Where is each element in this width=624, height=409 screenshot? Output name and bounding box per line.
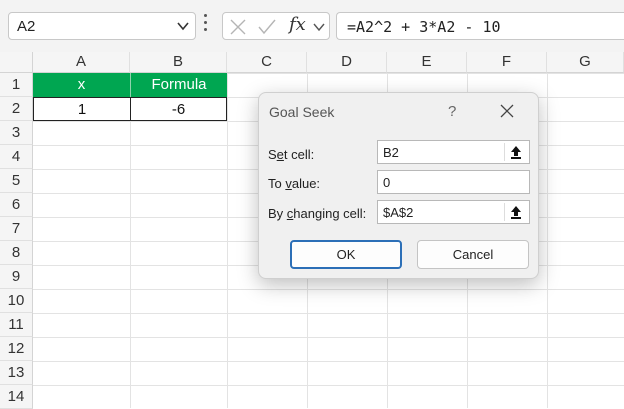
to-value-label: To value: bbox=[268, 176, 321, 191]
row-header-8[interactable]: 8 bbox=[0, 241, 33, 265]
set-cell-input[interactable]: B2 bbox=[377, 140, 530, 164]
to-value-value: 0 bbox=[383, 175, 391, 190]
formula-actions: fx bbox=[222, 12, 330, 40]
row-header-14[interactable]: 14 bbox=[0, 385, 33, 409]
name-box-value: A2 bbox=[17, 18, 36, 35]
formula-input[interactable]: =A2^2 + 3*A2 - 10 bbox=[336, 12, 624, 40]
column-header-e[interactable]: E bbox=[387, 52, 467, 73]
row-header-9[interactable]: 9 bbox=[0, 265, 33, 289]
cell-b2[interactable]: -6 bbox=[130, 97, 227, 121]
row-header-3[interactable]: 3 bbox=[0, 121, 33, 145]
row-header-4[interactable]: 4 bbox=[0, 145, 33, 169]
row-header-6[interactable]: 6 bbox=[0, 193, 33, 217]
confirm-entry-icon[interactable] bbox=[257, 18, 277, 36]
collapse-dialog-icon[interactable] bbox=[504, 143, 527, 161]
help-button[interactable]: ? bbox=[448, 103, 456, 120]
row-header-7[interactable]: 7 bbox=[0, 217, 33, 241]
chevron-down-icon[interactable] bbox=[313, 22, 325, 32]
column-header-d[interactable]: D bbox=[307, 52, 387, 73]
row-header-2[interactable]: 2 bbox=[0, 97, 33, 121]
formula-text: =A2^2 + 3*A2 - 10 bbox=[347, 18, 501, 36]
close-icon[interactable] bbox=[500, 104, 514, 118]
cell-b1[interactable]: Formula bbox=[130, 73, 227, 97]
cancel-entry-icon[interactable] bbox=[229, 18, 247, 36]
by-changing-cell-value: $A$2 bbox=[383, 205, 414, 220]
ok-button[interactable]: OK bbox=[290, 240, 402, 269]
dialog-title: Goal Seek bbox=[269, 104, 335, 120]
cell-a2[interactable]: 1 bbox=[33, 97, 131, 121]
by-changing-cell-input[interactable]: $A$2 bbox=[377, 200, 530, 224]
formula-bar-area: A2 fx =A2^2 + 3*A2 - 10 bbox=[0, 0, 624, 52]
column-header-g[interactable]: G bbox=[547, 52, 624, 73]
cancel-button[interactable]: Cancel bbox=[417, 240, 529, 269]
name-box[interactable]: A2 bbox=[8, 12, 196, 40]
select-all-corner[interactable] bbox=[0, 52, 33, 73]
column-header-b[interactable]: B bbox=[130, 52, 227, 73]
row-header-10[interactable]: 10 bbox=[0, 289, 33, 313]
more-options-icon[interactable] bbox=[204, 14, 208, 36]
column-header-a[interactable]: A bbox=[33, 52, 130, 73]
chevron-down-icon[interactable] bbox=[177, 21, 189, 31]
row-header-5[interactable]: 5 bbox=[0, 169, 33, 193]
grid-line bbox=[227, 73, 228, 408]
insert-function-icon[interactable]: fx bbox=[289, 14, 306, 35]
grid-line bbox=[547, 73, 548, 408]
to-value-input[interactable]: 0 bbox=[377, 170, 530, 194]
by-changing-cell-label: By changing cell: bbox=[268, 206, 367, 221]
cell-a1[interactable]: x bbox=[33, 73, 130, 97]
column-header-f[interactable]: F bbox=[467, 52, 547, 73]
row-header-11[interactable]: 11 bbox=[0, 313, 33, 337]
column-header-c[interactable]: C bbox=[227, 52, 307, 73]
collapse-dialog-icon[interactable] bbox=[504, 203, 527, 221]
row-header-13[interactable]: 13 bbox=[0, 361, 33, 385]
row-header-12[interactable]: 12 bbox=[0, 337, 33, 361]
set-cell-label: Set cell: bbox=[268, 147, 315, 162]
set-cell-value: B2 bbox=[383, 145, 399, 160]
row-header-1[interactable]: 1 bbox=[0, 73, 33, 97]
goal-seek-dialog: Goal Seek ? Set cell: B2 To value: 0 By … bbox=[258, 92, 539, 279]
grid-line bbox=[130, 73, 131, 408]
